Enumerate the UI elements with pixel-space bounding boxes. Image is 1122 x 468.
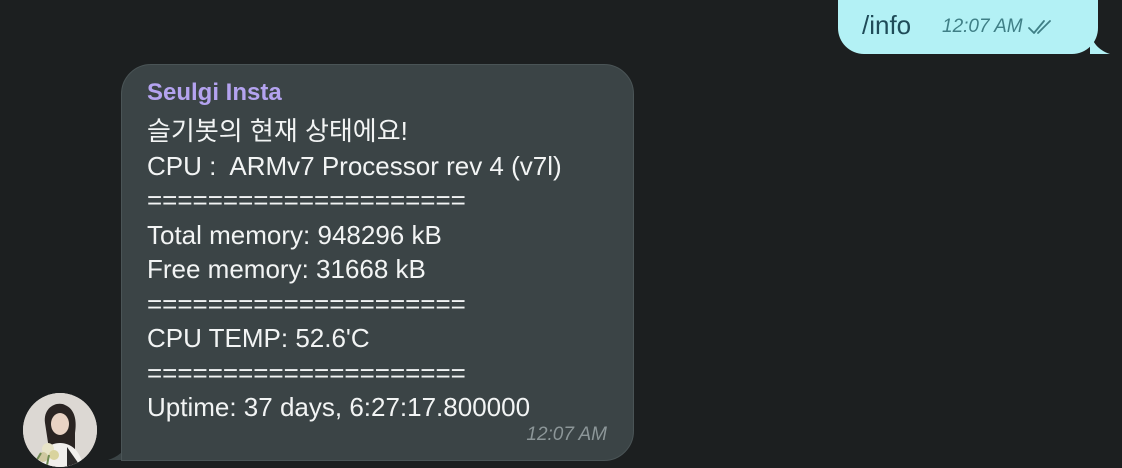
message-line: CPU TEMP: 52.6'C — [147, 323, 370, 353]
message-line: ===================== — [147, 185, 466, 215]
message-line: 슬기봇의 현재 상태에요! — [147, 116, 408, 146]
profile-photo-icon — [23, 393, 97, 467]
message-line: ===================== — [147, 288, 466, 319]
double-check-icon — [1027, 17, 1057, 37]
outgoing-message-time: 12:07 AM — [942, 16, 1023, 37]
outgoing-bubble-tail — [1090, 32, 1110, 54]
sender-name[interactable]: Seulgi Insta — [147, 79, 282, 107]
message-line: Total memory: 948296 kB — [147, 219, 442, 250]
message-line: Uptime: 37 days, 6:27:17.800000 — [147, 392, 531, 422]
message-line: ===================== — [147, 357, 466, 388]
message-body: 슬기봇의 현재 상태에요! CPU : ARMv7 Processor rev … — [147, 114, 562, 425]
outgoing-message-text: /info — [862, 10, 912, 40]
outgoing-message-bubble[interactable]: /info 12:07 AM — [838, 0, 1098, 54]
message-line: CPU : ARMv7 Processor rev 4 (v7l) — [147, 150, 562, 181]
avatar[interactable] — [23, 393, 97, 467]
incoming-message-bubble[interactable]: Seulgi Insta 슬기봇의 현재 상태에요! CPU : ARMv7 P… — [121, 64, 634, 461]
message-line: Free memory: 31668 kB — [147, 254, 426, 284]
incoming-message-time: 12:07 AM — [526, 424, 607, 445]
outgoing-message-meta: 12:07 AM — [942, 16, 1057, 38]
